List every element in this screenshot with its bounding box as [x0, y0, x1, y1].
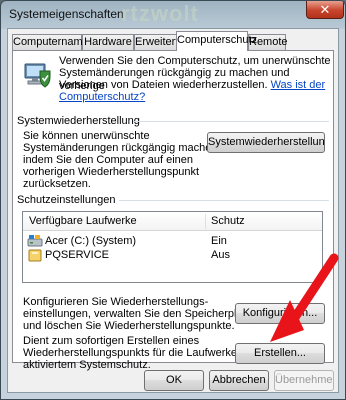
- drive-name: Acer (C:) (System): [45, 235, 137, 247]
- window-title: Systemeigenschaften: [9, 7, 124, 21]
- system-properties-window: Systemeigenschaften rtzwolt ✕ Computerna…: [0, 0, 346, 400]
- drive-name: PQSERVICE: [45, 249, 109, 261]
- cancel-button[interactable]: Abbrechen: [209, 370, 269, 391]
- drive-status: Aus: [211, 249, 230, 261]
- column-separator: [205, 214, 206, 229]
- close-button[interactable]: ✕: [306, 1, 344, 19]
- create-button[interactable]: Erstellen...: [235, 343, 325, 364]
- restore-group-heading: Systemwiederherstellung: [17, 115, 140, 127]
- configure-button[interactable]: Konfigurieren...: [235, 303, 325, 324]
- column-protection[interactable]: Schutz: [211, 215, 245, 227]
- apply-button[interactable]: Übernehmen: [274, 370, 334, 391]
- system-protection-icon: [24, 63, 51, 88]
- dialog-client: Computername Hardware Erweitert Computer…: [7, 28, 339, 393]
- watermark: rtzwolt: [121, 1, 199, 26]
- protection-group-heading: Schutzeinstellungen: [17, 194, 116, 206]
- drives-list[interactable]: Verfügbare Laufwerke Schutz Acer (C:) (S…: [22, 211, 323, 283]
- ok-button[interactable]: OK: [144, 370, 204, 391]
- divider: [119, 200, 329, 201]
- what-is-computer-protection-link[interactable]: Computerschutz?: [59, 91, 145, 104]
- configure-line-3: und löschen Sie Wiederherstellungspunkte…: [23, 320, 235, 332]
- column-drives[interactable]: Verfügbare Laufwerke: [29, 215, 137, 227]
- intro-line-3-text: Versionen von Dateien wiederherzustellen…: [59, 79, 271, 91]
- computerschutz-panel: Verwenden Sie den Computerschutz, um une…: [12, 50, 334, 371]
- drive-status: Ein: [211, 235, 227, 247]
- system-restore-button[interactable]: Systemwiederherstellung...: [207, 132, 325, 153]
- create-line-3: aktiviertem Systemschutz.: [23, 359, 151, 371]
- list-item[interactable]: PQSERVICE Aus: [23, 248, 322, 262]
- system-drive-icon: [27, 235, 43, 247]
- list-item[interactable]: Acer (C:) (System) Ein: [23, 234, 322, 248]
- restore-line-5: zurücksetzen.: [23, 178, 91, 190]
- list-header: Verfügbare Laufwerke Schutz: [23, 212, 322, 231]
- title-bar[interactable]: Systemeigenschaften rtzwolt ✕: [1, 1, 345, 27]
- tab-hardware[interactable]: Hardware: [82, 34, 134, 50]
- tab-erweitert[interactable]: Erweitert: [134, 34, 178, 50]
- divider: [133, 121, 329, 122]
- tab-computerschutz[interactable]: Computerschutz: [176, 31, 257, 51]
- tab-computername[interactable]: Computername: [12, 34, 89, 50]
- what-is-link[interactable]: Was ist der: [271, 79, 326, 91]
- drive-icon: [28, 249, 42, 262]
